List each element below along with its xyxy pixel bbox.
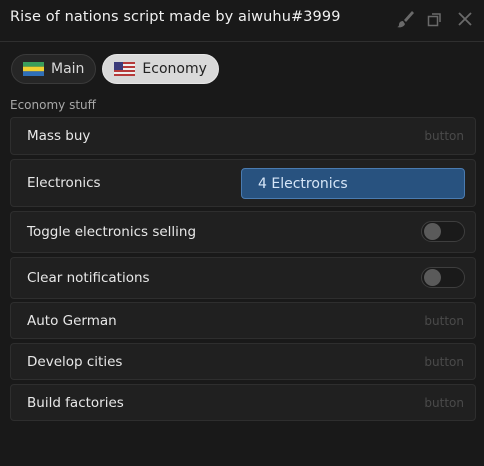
restore-icon[interactable] — [424, 8, 446, 30]
dropdown-value: 4 Electronics — [258, 175, 348, 192]
develop-cities-button[interactable]: Develop cities button — [10, 343, 476, 380]
title-divider — [0, 41, 484, 42]
toggle-knob — [424, 223, 441, 240]
section-label: Economy stuff — [10, 98, 96, 112]
row-hint: button — [424, 314, 464, 328]
row-label: Develop cities — [27, 354, 123, 370]
row-hint: button — [424, 396, 464, 410]
window-title: Rise of nations script made by aiwuhu#39… — [10, 9, 341, 25]
row-label: Toggle electronics selling — [27, 224, 197, 240]
electronics-row: Electronics 4 Electronics — [10, 159, 476, 207]
flag-gabon-icon — [23, 62, 44, 76]
row-hint: button — [424, 129, 464, 143]
paintbrush-icon[interactable] — [394, 8, 416, 30]
close-icon[interactable] — [454, 8, 476, 30]
row-label: Mass buy — [27, 128, 91, 144]
electronics-selling-toggle[interactable] — [421, 221, 465, 242]
flag-usa-icon — [114, 62, 136, 76]
title-bar: Rise of nations script made by aiwuhu#39… — [0, 0, 484, 38]
toggle-electronics-selling-row[interactable]: Toggle electronics selling — [10, 211, 476, 253]
tab-economy[interactable]: Economy — [102, 54, 219, 84]
build-factories-button[interactable]: Build factories button — [10, 384, 476, 421]
tab-bar: Main Economy — [11, 54, 219, 84]
row-hint: button — [424, 355, 464, 369]
clear-notifications-toggle[interactable] — [421, 267, 465, 288]
row-label: Auto German — [27, 313, 117, 329]
tab-main-label: Main — [51, 61, 85, 77]
tab-economy-label: Economy — [142, 61, 207, 77]
row-label: Clear notifications — [27, 270, 150, 286]
row-label: Electronics — [27, 175, 101, 191]
auto-german-button[interactable]: Auto German button — [10, 302, 476, 339]
mass-buy-button[interactable]: Mass buy button — [10, 117, 476, 155]
clear-notifications-row[interactable]: Clear notifications — [10, 257, 476, 299]
toggle-knob — [424, 269, 441, 286]
row-label: Build factories — [27, 395, 124, 411]
electronics-dropdown[interactable]: 4 Electronics — [241, 168, 465, 199]
tab-main[interactable]: Main — [11, 54, 97, 84]
